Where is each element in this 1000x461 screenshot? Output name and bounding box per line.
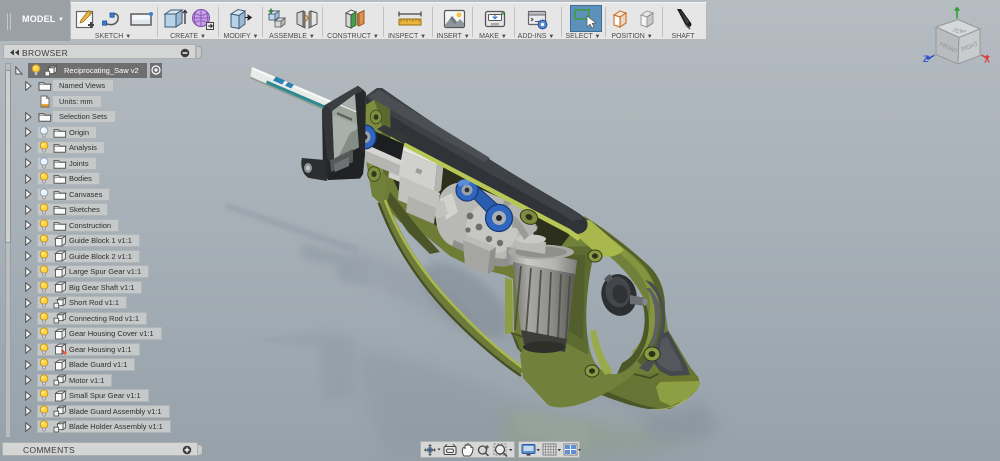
svg-text:Z: Z — [923, 54, 929, 64]
svg-text:X: X — [984, 55, 990, 65]
